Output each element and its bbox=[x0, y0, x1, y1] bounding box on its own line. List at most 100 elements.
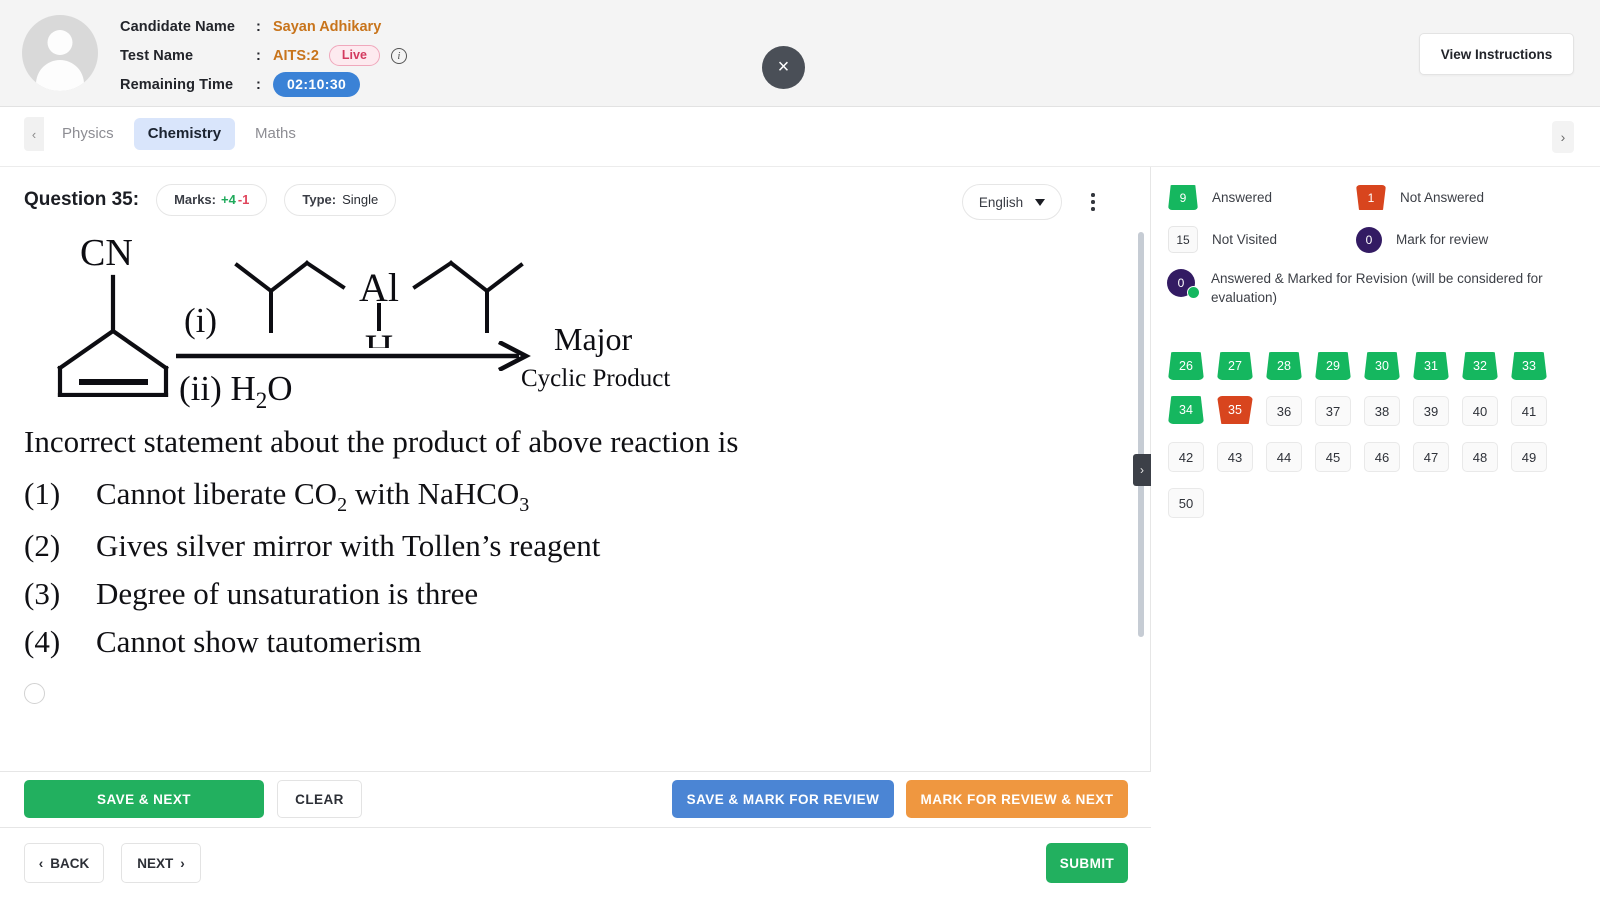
legend-row-1: 9 Answered 1 Not Answered bbox=[1168, 185, 1584, 210]
question-button-46[interactable]: 46 bbox=[1364, 442, 1400, 472]
question-body: CN (i) Al (ii) H2O Major Cyclic Product … bbox=[0, 229, 1150, 749]
back-button[interactable]: ‹ BACK bbox=[24, 843, 104, 883]
aluminium-atom-label: Al bbox=[359, 265, 399, 310]
tab-physics[interactable]: Physics bbox=[48, 118, 128, 150]
question-button-42[interactable]: 42 bbox=[1168, 442, 1204, 472]
live-status-badge: Live bbox=[328, 45, 380, 66]
option-4[interactable]: (4) Cannot show tautomerism bbox=[24, 618, 1121, 666]
legend-answered-marked-revision: 0 Answered & Marked for Revision (will b… bbox=[1167, 269, 1568, 307]
tab-chemistry[interactable]: Chemistry bbox=[133, 118, 236, 150]
legend-row-3: 0 Answered & Marked for Revision (will b… bbox=[1167, 269, 1584, 307]
question-button-36[interactable]: 36 bbox=[1266, 396, 1302, 426]
legend-not-answered-label: Not Answered bbox=[1400, 189, 1485, 205]
avatar-body bbox=[36, 60, 84, 91]
option-4-number: (4) bbox=[24, 624, 61, 660]
chevron-left-icon: ‹ bbox=[38, 855, 44, 871]
tab-maths[interactable]: Maths bbox=[241, 118, 310, 150]
legend-mark-for-review: 0 Mark for review bbox=[1356, 226, 1544, 253]
navigation-bar: ‹ BACK NEXT › SUBMIT bbox=[0, 827, 1151, 900]
question-button-45[interactable]: 45 bbox=[1315, 442, 1351, 472]
legend-mark-for-review-label: Mark for review bbox=[1396, 231, 1489, 247]
question-number-grid: 26 27 28 29 30 31 32 33 34 35 36 37 38 3… bbox=[1168, 352, 1588, 518]
question-button-34[interactable]: 34 bbox=[1168, 396, 1204, 424]
question-button-43[interactable]: 43 bbox=[1217, 442, 1253, 472]
type-value: Single bbox=[342, 192, 379, 207]
type-badge: Type: Single bbox=[284, 184, 397, 216]
legend-not-visited: 15 Not Visited bbox=[1168, 226, 1356, 253]
status-legend: 9 Answered 1 Not Answered 15 Not Visited… bbox=[1167, 185, 1584, 323]
mark-for-review-and-next-button[interactable]: MARK FOR REVIEW & NEXT bbox=[906, 780, 1128, 818]
avatar-head bbox=[47, 30, 73, 55]
close-icon[interactable]: × bbox=[762, 46, 805, 89]
not-answered-marker-icon: 1 bbox=[1356, 185, 1386, 210]
question-button-38[interactable]: 38 bbox=[1364, 396, 1400, 426]
type-label: Type: bbox=[302, 192, 337, 207]
question-button-48[interactable]: 48 bbox=[1462, 442, 1498, 472]
mark-for-review-marker-icon: 0 bbox=[1356, 226, 1382, 253]
remaining-time-label: Remaining Time bbox=[120, 76, 234, 93]
language-select[interactable]: English bbox=[962, 184, 1062, 220]
option-1-number: (1) bbox=[24, 476, 61, 512]
product-cyclic-label: Cyclic Product bbox=[521, 365, 671, 392]
panel-collapse-handle[interactable]: › bbox=[1133, 454, 1151, 486]
question-button-28[interactable]: 28 bbox=[1266, 352, 1302, 380]
back-button-label: BACK bbox=[50, 855, 90, 871]
option-2-label: Gives silver mirror with Tollen’s reagen… bbox=[96, 527, 601, 563]
question-button-27[interactable]: 27 bbox=[1217, 352, 1253, 380]
candidate-name-row: Candidate Name : Sayan Adhikary bbox=[120, 12, 407, 41]
question-button-37[interactable]: 37 bbox=[1315, 396, 1351, 426]
question-button-35[interactable]: 35 bbox=[1217, 396, 1253, 424]
question-button-41[interactable]: 41 bbox=[1511, 396, 1547, 426]
question-button-50[interactable]: 50 bbox=[1168, 488, 1204, 518]
save-and-next-button[interactable]: SAVE & NEXT bbox=[24, 780, 264, 818]
question-button-32[interactable]: 32 bbox=[1462, 352, 1498, 380]
question-button-49[interactable]: 49 bbox=[1511, 442, 1547, 472]
question-button-29[interactable]: 29 bbox=[1315, 352, 1351, 380]
option-1-label: Cannot liberate CO2 with NaHCO3 bbox=[96, 476, 530, 517]
question-button-40[interactable]: 40 bbox=[1462, 396, 1498, 426]
candidate-info: Candidate Name : Sayan Adhikary Test Nam… bbox=[120, 12, 407, 99]
cyclopentene-ring-structure bbox=[57, 274, 169, 397]
question-panel: Question 35: Marks: +4 -1 Type: Single Engl… bbox=[0, 167, 1151, 771]
submit-button[interactable]: SUBMIT bbox=[1046, 843, 1128, 883]
question-scrollbar[interactable] bbox=[1138, 232, 1144, 637]
dibal-h-reagent-structure: Al H bbox=[234, 260, 524, 348]
page-title: Question 35: bbox=[24, 189, 140, 210]
reaction-scheme: CN (i) Al (ii) H2O Major Cyclic Product bbox=[24, 229, 1121, 414]
question-button-30[interactable]: 30 bbox=[1364, 352, 1400, 380]
remaining-time-row: Remaining Time : 02:10:30 bbox=[120, 70, 407, 99]
not-visited-marker-icon: 15 bbox=[1168, 226, 1198, 253]
info-icon[interactable]: i bbox=[390, 47, 407, 64]
option-4-label: Cannot show tautomerism bbox=[96, 624, 422, 660]
question-button-44[interactable]: 44 bbox=[1266, 442, 1302, 472]
legend-not-answered: 1 Not Answered bbox=[1356, 185, 1544, 210]
marks-label: Marks: bbox=[174, 192, 216, 207]
test-name-label: Test Name bbox=[120, 47, 194, 64]
view-instructions-button[interactable]: View Instructions bbox=[1419, 33, 1574, 75]
question-button-39[interactable]: 39 bbox=[1413, 396, 1449, 426]
question-button-47[interactable]: 47 bbox=[1413, 442, 1449, 472]
legend-answered-marked-revision-label: Answered & Marked for Revision (will be … bbox=[1211, 271, 1543, 306]
question-button-26[interactable]: 26 bbox=[1168, 352, 1204, 380]
save-and-mark-for-review-button[interactable]: SAVE & MARK FOR REVIEW bbox=[672, 780, 894, 818]
question-header: Question 35: Marks: +4 -1 Type: Single bbox=[24, 184, 397, 216]
option-3[interactable]: (3) Degree of unsaturation is three bbox=[24, 570, 1121, 618]
legend-row-2: 15 Not Visited 0 Mark for review bbox=[1168, 226, 1584, 253]
chevron-right-icon: › bbox=[180, 855, 185, 871]
candidate-name-label: Candidate Name bbox=[120, 18, 236, 35]
next-button[interactable]: NEXT › bbox=[121, 843, 201, 883]
language-select-value: English bbox=[978, 194, 1024, 210]
question-button-31[interactable]: 31 bbox=[1413, 352, 1449, 380]
chevron-right-icon[interactable]: › bbox=[1552, 121, 1574, 153]
chevron-left-icon[interactable]: ‹ bbox=[24, 117, 44, 151]
action-bar: SAVE & NEXT CLEAR SAVE & MARK FOR REVIEW… bbox=[0, 771, 1151, 827]
option-radio-partial[interactable] bbox=[24, 682, 45, 704]
answered-marker-icon: 9 bbox=[1168, 185, 1198, 210]
colon-1: : bbox=[256, 18, 261, 35]
option-1[interactable]: (1) Cannot liberate CO2 with NaHCO3 bbox=[24, 470, 1121, 521]
option-2[interactable]: (2) Gives silver mirror with Tollen’s re… bbox=[24, 522, 1121, 570]
question-button-33[interactable]: 33 bbox=[1511, 352, 1547, 380]
more-options-icon[interactable] bbox=[1081, 189, 1105, 215]
subject-tab-bar: ‹ Physics Chemistry Maths › bbox=[0, 107, 1600, 167]
clear-button[interactable]: CLEAR bbox=[277, 780, 362, 818]
